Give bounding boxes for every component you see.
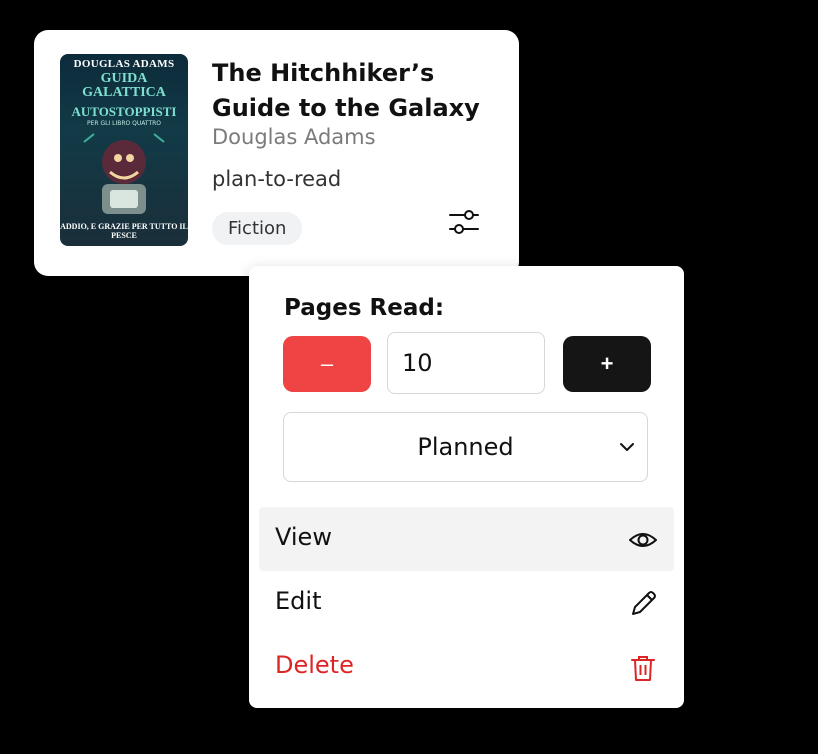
- eye-icon: [629, 533, 657, 547]
- menu-item-edit[interactable]: Edit: [259, 571, 674, 635]
- increment-pages-button[interactable]: +: [563, 336, 651, 392]
- settings-button[interactable]: [446, 204, 482, 240]
- book-status: plan-to-read: [212, 167, 342, 191]
- cover-subtitle-text: LIBRO QUATTRO: [112, 120, 162, 127]
- cover-title-line2: PER GLI: [86, 120, 111, 127]
- chevron-down-icon: [620, 443, 634, 451]
- minus-icon: –: [320, 351, 334, 376]
- cover-author: DOUGLAS ADAMS: [73, 58, 175, 70]
- book-actions-menu: Pages Read: – + Planned View Edit Delete: [249, 266, 684, 708]
- pencil-icon: [632, 591, 656, 615]
- genre-badge: Fiction: [212, 212, 303, 245]
- cover-title-line3: AUTOSTOPPISTI: [71, 104, 177, 119]
- trash-icon: [631, 656, 655, 681]
- cover-illustration: [83, 133, 165, 214]
- menu-item-delete[interactable]: Delete: [259, 635, 674, 699]
- menu-item-delete-label: Delete: [275, 651, 354, 679]
- menu-item-view-label: View: [275, 523, 332, 551]
- decrement-pages-button[interactable]: –: [283, 336, 371, 392]
- cover-subtitle: PER GLI LIBRO QUATTRO: [60, 120, 188, 127]
- cover-title-line1: GUIDA GALATTICA: [82, 71, 166, 100]
- book-author: Douglas Adams: [212, 125, 376, 149]
- reading-status-value: Planned: [417, 433, 514, 461]
- reading-status-select[interactable]: Planned: [283, 412, 648, 482]
- book-title: The Hitchhiker’s Guide to the Galaxy: [212, 59, 480, 122]
- menu-item-edit-label: Edit: [275, 587, 322, 615]
- plus-icon: +: [600, 351, 614, 376]
- book-card: DOUGLAS ADAMS GUIDA GALATTICA AUTOSTOPPI…: [34, 30, 519, 276]
- cover-footer: ADDIO, E GRAZIE PER TUTTO IL PESCE: [60, 222, 188, 240]
- sliders-icon: [449, 210, 479, 234]
- book-cover-image: DOUGLAS ADAMS GUIDA GALATTICA AUTOSTOPPI…: [60, 54, 188, 246]
- menu-item-view[interactable]: View: [259, 507, 674, 571]
- pages-read-input[interactable]: [387, 332, 545, 394]
- pages-read-label: Pages Read:: [284, 295, 445, 321]
- cover-title: GUIDA GALATTICA: [64, 72, 184, 100]
